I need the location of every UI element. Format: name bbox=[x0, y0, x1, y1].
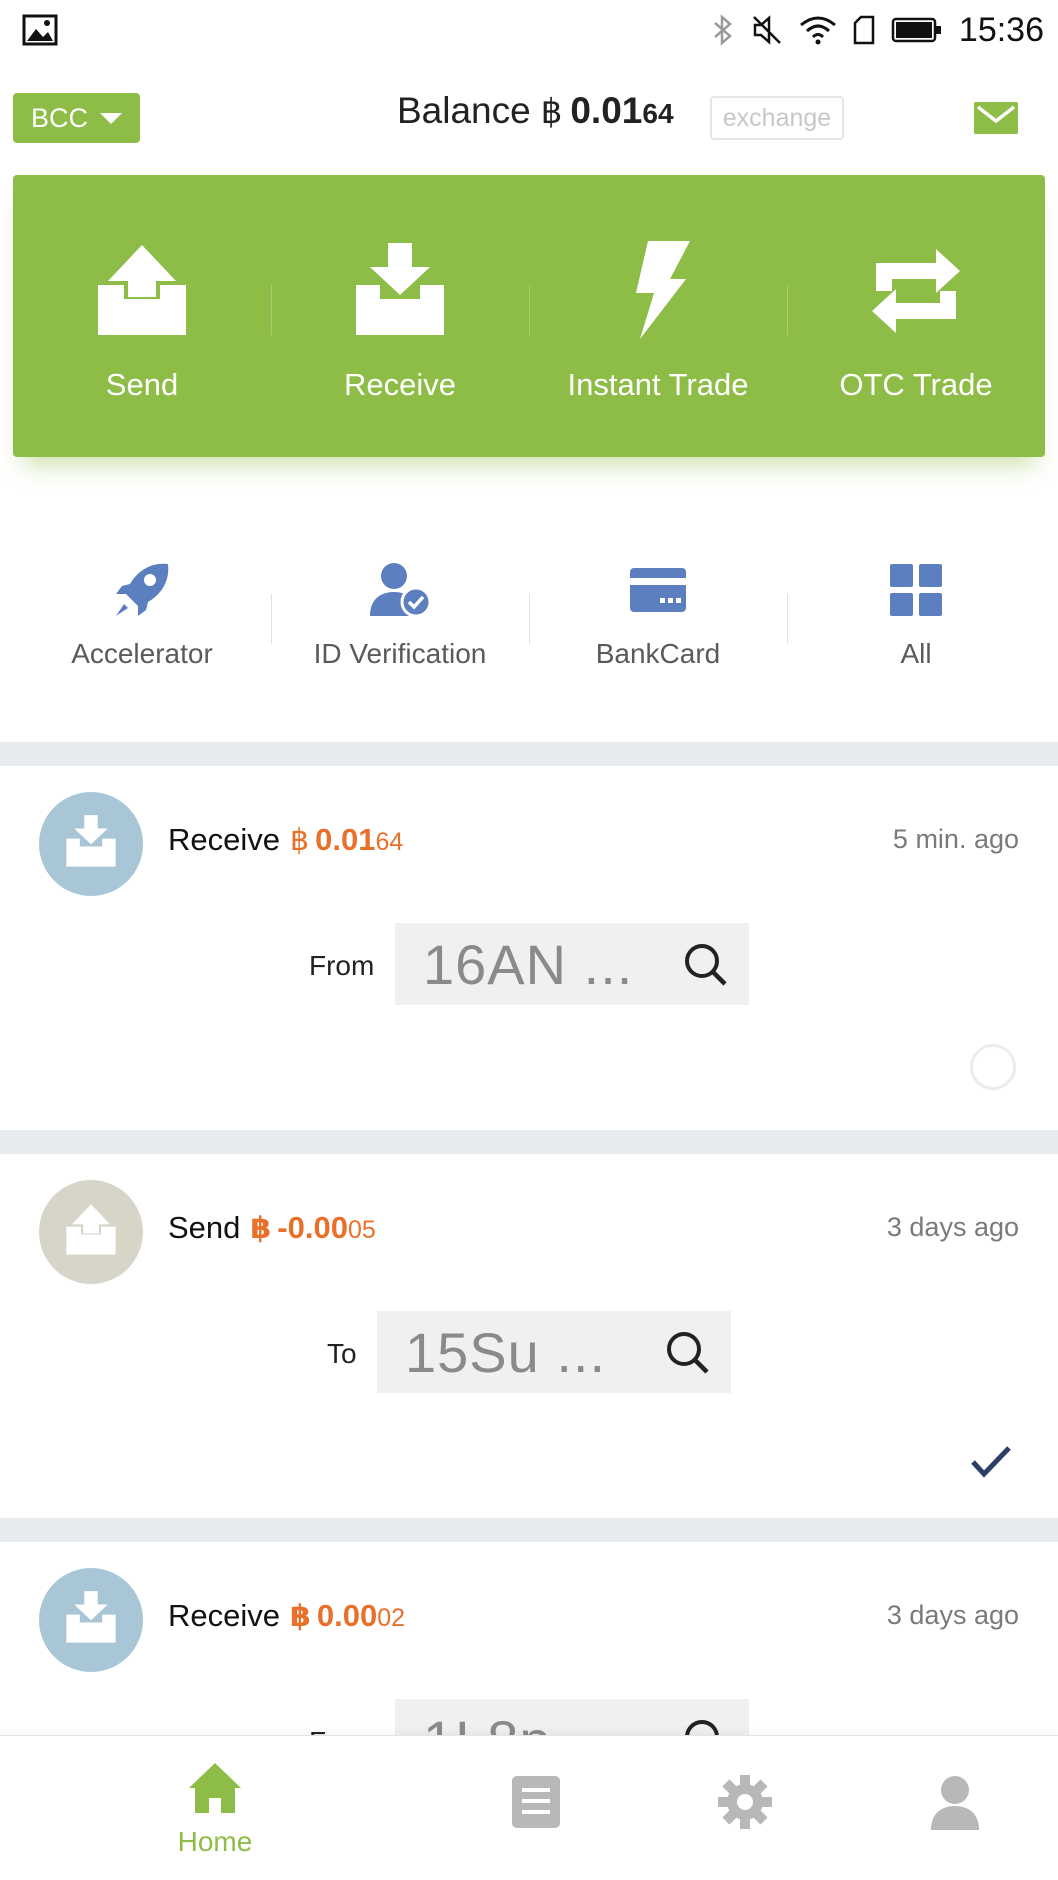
transaction-type: Receive bbox=[168, 1598, 280, 1633]
transaction-type: Send bbox=[168, 1210, 241, 1245]
bitcoin-icon: ฿ bbox=[250, 1212, 272, 1245]
bluetooth-icon bbox=[714, 14, 732, 46]
rocket-icon bbox=[116, 563, 169, 616]
receive-action-label: Receive bbox=[344, 367, 456, 402]
bank-card-icon bbox=[630, 568, 686, 612]
transaction-amount-small: 02 bbox=[377, 1604, 406, 1632]
coin-selector-button[interactable]: BCC bbox=[13, 93, 140, 143]
transaction-amount-small: 64 bbox=[375, 828, 404, 856]
nav-home[interactable]: Home bbox=[135, 1736, 295, 1880]
swap-arrows-icon bbox=[872, 249, 960, 333]
address-text: 16AN ... bbox=[423, 932, 634, 996]
exchange-button[interactable]: exchange bbox=[710, 96, 844, 140]
settings-icon bbox=[718, 1775, 772, 1829]
transaction-title: Receive ฿ 0.01 64 bbox=[168, 822, 403, 858]
balance-label: Balance bbox=[397, 90, 531, 131]
send-tray-icon bbox=[98, 245, 186, 335]
bottom-navigation: Home bbox=[0, 1735, 1058, 1880]
section-divider bbox=[0, 742, 1058, 766]
send-action[interactable]: Send bbox=[13, 175, 271, 457]
transaction-time: 5 min. ago bbox=[892, 824, 1019, 854]
bankcard-label: BankCard bbox=[595, 638, 721, 669]
transaction-card[interactable]: Receive ฿ 0.01 64 5 min. ago From 16AN .… bbox=[0, 766, 1058, 1130]
transaction-title: Receive ฿ 0.00 02 bbox=[168, 1598, 405, 1634]
balance-amount: 0.01 bbox=[570, 90, 643, 131]
transaction-type: Receive bbox=[168, 822, 280, 857]
accelerator-label: Accelerator bbox=[71, 638, 213, 669]
action-panel: Send Receive Instant Trade OTC Trade bbox=[13, 175, 1045, 457]
wallet-home-screen: 15:36 BCC Balance ฿ 0.01 64 exchange Sen… bbox=[0, 0, 1058, 1880]
otc-trade-action-label: OTC Trade bbox=[839, 367, 993, 402]
bankcard-shortcut[interactable]: BankCard bbox=[529, 550, 787, 690]
list-icon bbox=[512, 1776, 560, 1828]
address-field[interactable]: 15Su ... bbox=[377, 1311, 731, 1393]
lightning-icon bbox=[636, 241, 690, 339]
all-label: All bbox=[900, 638, 932, 669]
receive-tray-icon bbox=[66, 815, 116, 867]
nav-settings[interactable] bbox=[717, 1736, 773, 1880]
instant-trade-action-label: Instant Trade bbox=[567, 367, 749, 402]
transaction-card[interactable]: Send ฿ -0.00 05 3 days ago To 15Su ... bbox=[0, 1154, 1058, 1518]
transaction-time: 3 days ago bbox=[886, 1212, 1019, 1242]
image-icon bbox=[22, 14, 58, 46]
verified-user-icon bbox=[370, 563, 430, 618]
check-icon bbox=[971, 1446, 1011, 1478]
address-text: 15Su ... bbox=[405, 1320, 607, 1384]
bitcoin-cash-icon: ฿ bbox=[540, 93, 563, 131]
home-icon bbox=[189, 1763, 241, 1813]
mute-icon bbox=[753, 15, 781, 45]
section-divider bbox=[0, 1518, 1058, 1542]
transaction-amount: 0.01 bbox=[315, 822, 376, 857]
receive-tray-icon bbox=[356, 243, 444, 335]
id-verification-label: ID Verification bbox=[313, 638, 487, 669]
id-verification-shortcut[interactable]: ID Verification bbox=[271, 550, 529, 690]
receive-avatar-icon bbox=[39, 792, 143, 896]
battery-icon bbox=[891, 17, 941, 43]
send-action-label: Send bbox=[105, 367, 179, 402]
search-icon[interactable] bbox=[663, 1328, 711, 1376]
transaction-amount: -0.00 bbox=[277, 1210, 348, 1245]
mail-icon[interactable] bbox=[974, 100, 1018, 136]
coin-selector-label: BCC bbox=[30, 102, 88, 133]
section-divider bbox=[0, 1130, 1058, 1154]
balance-display: Balance ฿ 0.01 64 bbox=[397, 90, 674, 146]
wifi-icon bbox=[799, 16, 836, 45]
balance-amount-small: 64 bbox=[642, 98, 674, 129]
transaction-time: 3 days ago bbox=[886, 1600, 1019, 1630]
status-bar: 15:36 bbox=[0, 0, 1058, 60]
transaction-title: Send ฿ -0.00 05 bbox=[168, 1210, 376, 1246]
nav-list[interactable] bbox=[508, 1736, 564, 1880]
status-time: 15:36 bbox=[958, 10, 1044, 49]
grid-icon bbox=[890, 564, 942, 616]
instant-trade-action[interactable]: Instant Trade bbox=[529, 175, 787, 457]
app-header: BCC Balance ฿ 0.01 64 exchange bbox=[0, 60, 1058, 176]
receive-tray-icon bbox=[66, 1591, 116, 1643]
caret-down-icon bbox=[100, 112, 122, 124]
search-icon[interactable] bbox=[681, 940, 729, 988]
address-label: To bbox=[327, 1338, 357, 1369]
bitcoin-cash-icon: ฿ bbox=[290, 824, 310, 857]
sim-icon bbox=[853, 15, 875, 45]
shortcut-row: Accelerator ID Verification BankCard All bbox=[13, 550, 1045, 690]
bitcoin-icon: ฿ bbox=[290, 1600, 311, 1633]
receive-action[interactable]: Receive bbox=[271, 175, 529, 457]
all-shortcut[interactable]: All bbox=[787, 550, 1045, 690]
pending-status-icon bbox=[970, 1044, 1016, 1090]
nav-home-label: Home bbox=[177, 1826, 253, 1857]
transaction-amount-small: 05 bbox=[347, 1216, 376, 1244]
address-field[interactable]: 16AN ... bbox=[395, 923, 749, 1005]
otc-trade-action[interactable]: OTC Trade bbox=[787, 175, 1045, 457]
transaction-amount: 0.00 bbox=[316, 1598, 378, 1633]
nav-profile[interactable] bbox=[927, 1736, 983, 1880]
profile-icon bbox=[931, 1776, 979, 1830]
receive-avatar-icon bbox=[39, 1568, 143, 1672]
accelerator-shortcut[interactable]: Accelerator bbox=[13, 550, 271, 690]
address-label: From bbox=[309, 950, 375, 981]
send-avatar-icon bbox=[39, 1180, 143, 1284]
send-tray-icon bbox=[66, 1204, 116, 1255]
